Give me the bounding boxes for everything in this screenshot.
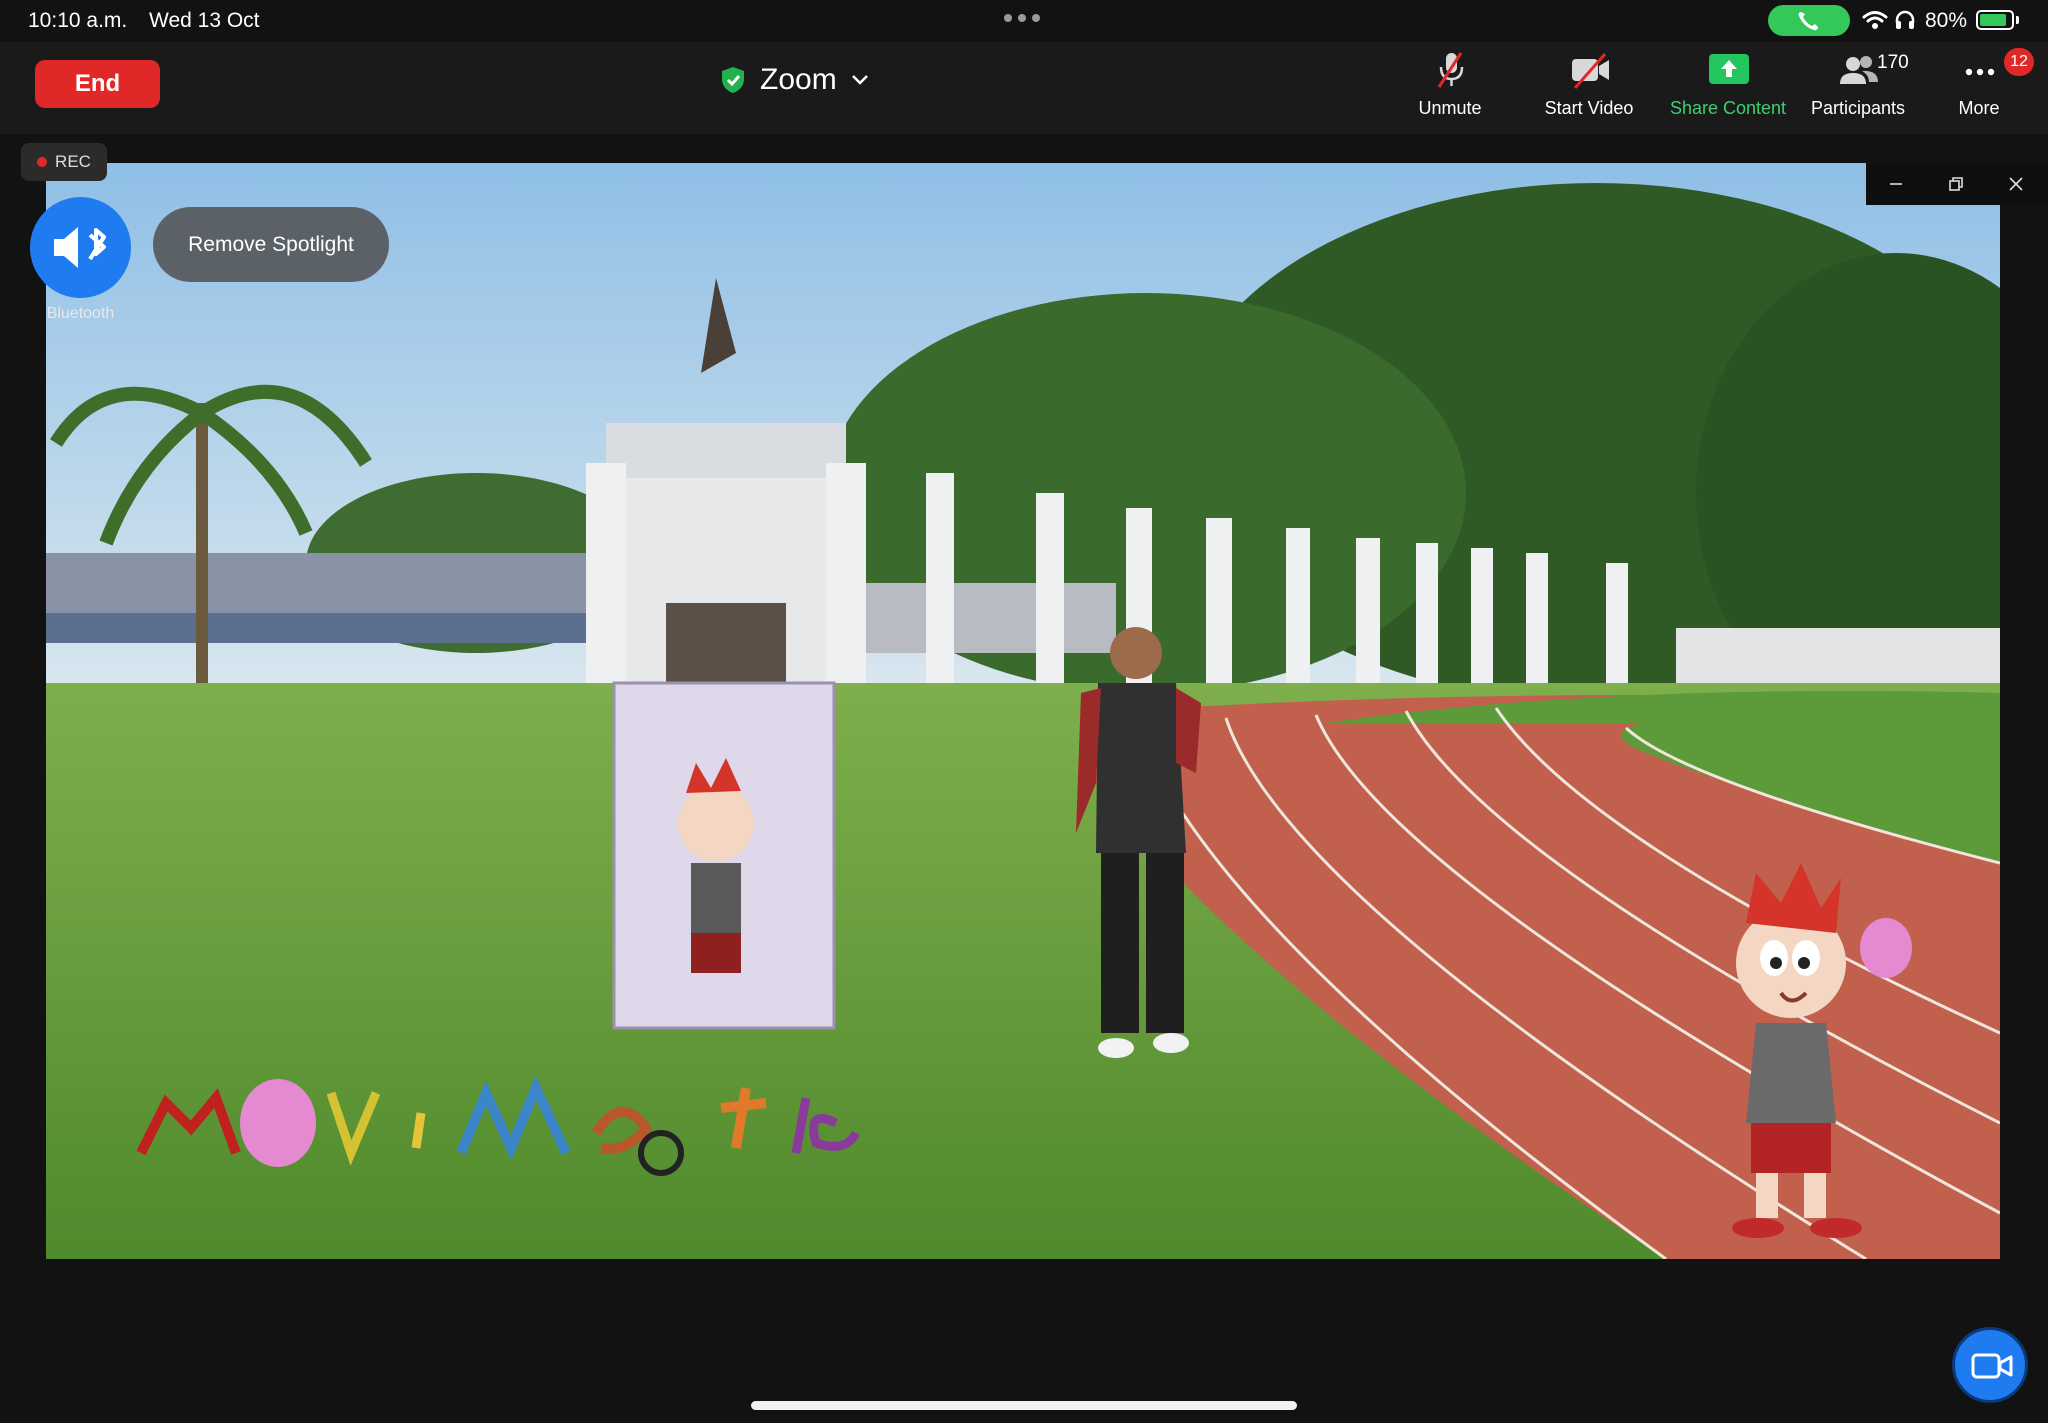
start-video-button[interactable]: Start Video — [1524, 48, 1654, 124]
share-arrow-icon — [1709, 54, 1749, 84]
more-button[interactable]: 12 More — [1914, 48, 2044, 124]
start-video-label: Start Video — [1544, 98, 1634, 118]
unmute-label: Unmute — [1418, 98, 1482, 118]
phone-icon — [1798, 12, 1818, 31]
bluetooth-audio-button[interactable] — [30, 197, 131, 298]
active-call-pill[interactable] — [1768, 5, 1850, 36]
participants-icon — [1840, 56, 1878, 84]
recording-label: REC — [55, 152, 91, 171]
headphones-icon — [1895, 10, 1915, 29]
battery-tip — [2016, 16, 2019, 24]
meeting-title: Zoom — [760, 63, 837, 96]
window-controls — [1866, 163, 2048, 205]
video-frame-image — [46, 163, 2000, 1259]
participants-button[interactable]: 170 Participants — [1793, 48, 1923, 124]
chevron-down-icon — [851, 75, 868, 85]
multitasking-dots-icon[interactable] — [1004, 14, 1040, 22]
spotlight-video-feed[interactable] — [46, 163, 2000, 1259]
share-content-button[interactable]: Share Content — [1663, 48, 1793, 124]
restore-icon — [1949, 177, 1963, 191]
recording-badge: REC — [21, 143, 107, 181]
battery-percentage: 80% — [1925, 9, 1968, 32]
participants-count: 170 — [1877, 52, 1909, 73]
record-dot-icon — [37, 157, 48, 167]
speaker-bluetooth-icon — [54, 227, 106, 268]
end-meeting-button[interactable]: End — [35, 60, 160, 108]
restore-button[interactable] — [1926, 163, 1986, 205]
close-button[interactable] — [1986, 163, 2046, 205]
share-content-label: Share Content — [1669, 98, 1787, 118]
more-dots-icon — [1965, 68, 1995, 76]
wifi-icon — [1862, 11, 1888, 29]
meeting-title-dropdown[interactable]: Zoom — [720, 56, 869, 104]
shield-check-icon — [722, 67, 744, 93]
unmute-button[interactable]: Unmute — [1385, 48, 1515, 124]
meeting-toolbar: End Zoom Unmute Start Video Share Conten… — [0, 42, 2048, 134]
more-notification-badge: 12 — [2004, 48, 2034, 76]
status-time: 10:10 a.m. — [28, 9, 128, 32]
bluetooth-label: Bluetooth — [46, 305, 115, 322]
status-date: Wed 13 Oct — [149, 9, 260, 32]
video-camera-off-icon — [1572, 53, 1609, 89]
close-icon — [2009, 177, 2023, 191]
participants-label: Participants — [1810, 98, 1906, 118]
camera-switch-button[interactable] — [1952, 1327, 2028, 1403]
microphone-muted-icon — [1437, 52, 1464, 88]
more-label: More — [1958, 98, 2000, 118]
video-camera-icon — [1971, 1353, 2013, 1379]
status-bar: 10:10 a.m. Wed 13 Oct 80% — [0, 0, 2048, 42]
minimize-icon — [1890, 183, 1902, 185]
minimize-button[interactable] — [1866, 163, 1926, 205]
remove-spotlight-button[interactable]: Remove Spotlight — [153, 207, 389, 282]
home-indicator[interactable] — [751, 1401, 1297, 1410]
battery-icon — [1976, 10, 2014, 30]
